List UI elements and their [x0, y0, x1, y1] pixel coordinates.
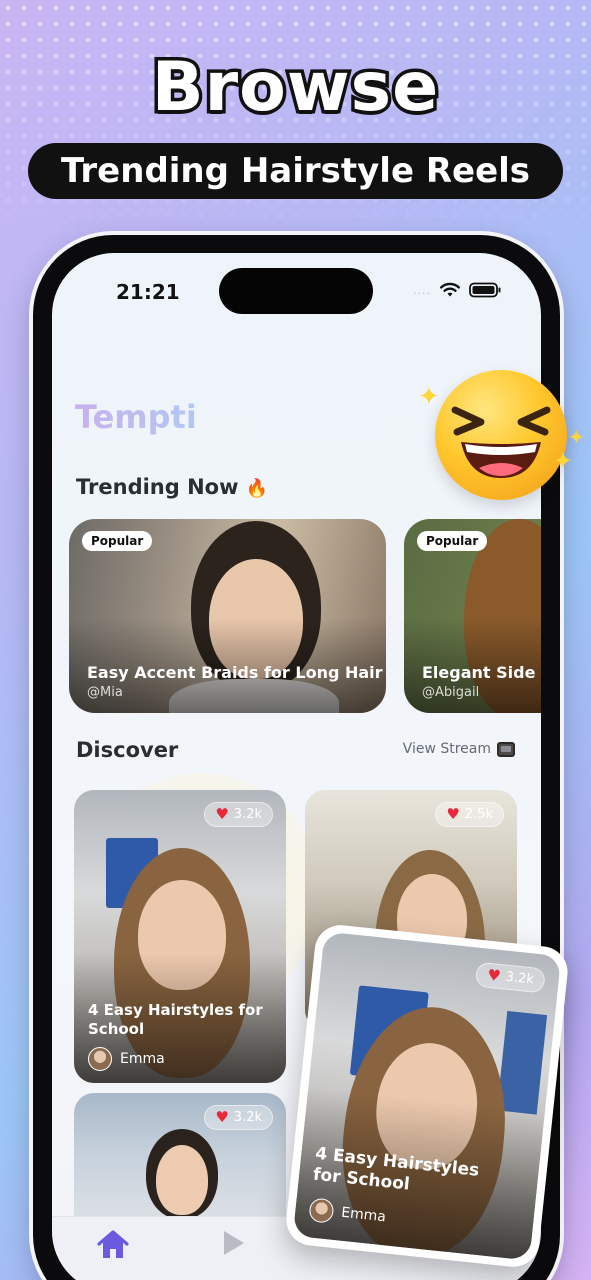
floating-card-inner: ♥ 3.2k 4 Easy Hairstyles for School Emma [292, 931, 562, 1261]
likes-pill[interactable]: ♥ 2.5k [435, 802, 504, 827]
home-icon[interactable] [96, 1229, 130, 1261]
heart-icon: ♥ [215, 1108, 229, 1126]
likes-pill[interactable]: ♥ 3.2k [204, 802, 273, 827]
likes-pill[interactable]: ♥ 3.2k [204, 1105, 273, 1130]
wifi-icon [440, 282, 460, 297]
app-logo: Tempti [75, 398, 197, 436]
avatar [88, 1047, 112, 1071]
likes-count: 3.2k [504, 969, 535, 988]
sparkle-icon: ✦ [568, 425, 585, 449]
status-time: 21:21 [116, 280, 180, 304]
tv-icon [497, 741, 515, 757]
discover-card-title: 4 Easy Hairstyles for School [88, 1001, 263, 1038]
view-stream-link[interactable]: View Stream [403, 741, 515, 757]
discover-section-title: Discover [76, 738, 179, 762]
background-dot-pattern [0, 0, 591, 260]
likes-count: 2.5k [464, 807, 493, 822]
trending-card[interactable]: Popular Easy Accent Braids for Long Hair… [69, 519, 386, 713]
laughing-emoji-icon [435, 370, 567, 500]
likes-count: 3.2k [233, 807, 262, 822]
promo-headline: Browse [148, 45, 442, 131]
photo-face [156, 1145, 208, 1215]
author-name: Emma [340, 1204, 387, 1226]
play-icon[interactable] [224, 1231, 244, 1255]
sparkle-icon: ✦ [418, 382, 440, 412]
trending-card-title: Elegant Side B [422, 663, 541, 682]
trending-card-handle: @Mia [87, 685, 123, 700]
signal-icon: .... [413, 283, 431, 297]
trending-card-handle: @Abigail [422, 685, 480, 700]
heart-icon: ♥ [446, 805, 460, 823]
popular-badge: Popular [82, 531, 153, 551]
discover-card[interactable]: ♥ 3.2k 4 Easy Hairstyles for School Emma [74, 790, 286, 1083]
view-stream-label: View Stream [402, 741, 491, 757]
trending-card[interactable]: Popular Elegant Side B @Abigail [404, 519, 541, 713]
trending-section-title: Trending Now 🔥 [76, 475, 268, 499]
sparkle-icon: ✦ [553, 447, 574, 475]
floating-reel-card[interactable]: ♥ 3.2k 4 Easy Hairstyles for School Emma [283, 922, 571, 1270]
status-icons: .... [413, 282, 501, 298]
dynamic-island [219, 268, 373, 314]
trending-card-title: Easy Accent Braids for Long Hair [87, 663, 383, 682]
promo-subheadline: Trending Hairstyle Reels [28, 143, 563, 199]
heart-icon: ♥ [215, 805, 229, 823]
battery-icon [469, 282, 501, 298]
avatar [308, 1197, 335, 1224]
popular-badge: Popular [417, 531, 488, 551]
author-name: Emma [120, 1051, 165, 1067]
trending-title-text: Trending Now [76, 475, 239, 499]
fire-icon: 🔥 [245, 478, 269, 499]
author[interactable]: Emma [88, 1047, 165, 1071]
likes-count: 3.2k [233, 1110, 262, 1125]
heart-icon: ♥ [486, 965, 502, 986]
